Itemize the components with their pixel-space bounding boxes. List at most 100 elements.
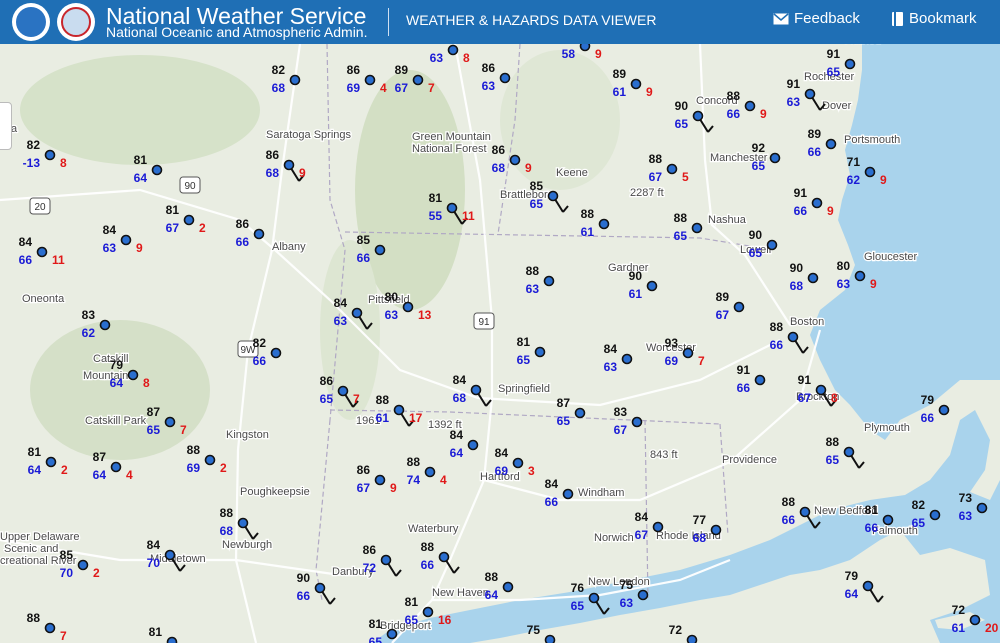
station-marker[interactable] bbox=[799, 506, 811, 518]
station-marker[interactable] bbox=[446, 202, 458, 214]
station-marker[interactable] bbox=[393, 404, 405, 416]
station-plot[interactable]: 72 bbox=[669, 623, 698, 643]
side-panel-toggle[interactable] bbox=[0, 102, 12, 150]
station-plot[interactable]: 88 7 bbox=[27, 611, 67, 643]
station-plot[interactable]: 86 69 4 bbox=[347, 63, 387, 95]
station-marker[interactable] bbox=[351, 307, 363, 319]
feedback-button[interactable]: Feedback bbox=[773, 10, 860, 27]
station-plot[interactable]: 8268 bbox=[272, 63, 301, 95]
station-marker[interactable] bbox=[402, 301, 414, 313]
station-marker[interactable] bbox=[766, 239, 778, 251]
station-marker[interactable] bbox=[253, 228, 265, 240]
station-marker[interactable] bbox=[237, 517, 249, 529]
station-marker[interactable] bbox=[579, 44, 591, 52]
station-marker[interactable] bbox=[99, 319, 111, 331]
station-marker[interactable] bbox=[499, 72, 511, 84]
station-marker[interactable] bbox=[686, 634, 698, 643]
station-marker[interactable] bbox=[380, 554, 392, 566]
station-marker[interactable] bbox=[424, 466, 436, 478]
station-plot[interactable]: 84 66 11 bbox=[19, 235, 65, 267]
station-marker[interactable] bbox=[646, 280, 658, 292]
station-marker[interactable] bbox=[183, 214, 195, 226]
station-marker[interactable] bbox=[164, 416, 176, 428]
station-marker[interactable] bbox=[289, 74, 301, 86]
station-plot[interactable]: 8861 bbox=[581, 207, 610, 239]
station-marker[interactable] bbox=[807, 272, 819, 284]
station-marker[interactable] bbox=[825, 138, 837, 150]
station-marker[interactable] bbox=[544, 634, 556, 643]
station-plot[interactable]: 89 61 9 bbox=[613, 67, 653, 99]
station-marker[interactable] bbox=[882, 514, 894, 526]
station-marker[interactable] bbox=[110, 461, 122, 473]
noaa-logo[interactable] bbox=[12, 3, 50, 41]
station-plot[interactable]: 9166 bbox=[737, 363, 766, 395]
station-marker[interactable] bbox=[412, 74, 424, 86]
station-plot[interactable]: 8666 bbox=[236, 217, 265, 249]
station-marker[interactable] bbox=[44, 149, 56, 161]
station-plot[interactable]: 8863 bbox=[526, 264, 555, 296]
station-marker[interactable] bbox=[422, 606, 434, 618]
station-plot[interactable]: 81 bbox=[149, 625, 178, 643]
station-marker[interactable] bbox=[374, 474, 386, 486]
station-plot[interactable]: 84 63 9 bbox=[103, 223, 143, 255]
station-marker[interactable] bbox=[754, 374, 766, 386]
station-plot[interactable]: 88 74 4 bbox=[407, 455, 447, 487]
station-plot[interactable]: 8868 bbox=[220, 506, 259, 540]
station-plot[interactable]: 9068 bbox=[790, 261, 819, 293]
station-plot[interactable]: 8466 bbox=[545, 477, 574, 509]
station-plot[interactable]: 8967 bbox=[716, 290, 745, 322]
station-plot[interactable]: 86 67 9 bbox=[357, 463, 397, 495]
station-marker[interactable] bbox=[804, 88, 816, 100]
station-marker[interactable] bbox=[682, 347, 694, 359]
station-marker[interactable] bbox=[364, 74, 376, 86]
station-marker[interactable] bbox=[151, 164, 163, 176]
station-plot[interactable]: 8464 bbox=[450, 428, 479, 460]
station-marker[interactable] bbox=[588, 592, 600, 604]
station-marker[interactable] bbox=[710, 524, 722, 536]
station-marker[interactable] bbox=[314, 582, 326, 594]
station-marker[interactable] bbox=[509, 154, 521, 166]
station-marker[interactable] bbox=[547, 190, 559, 202]
station-marker[interactable] bbox=[862, 580, 874, 592]
station-marker[interactable] bbox=[976, 502, 988, 514]
station-marker[interactable] bbox=[270, 347, 282, 359]
station-marker[interactable] bbox=[787, 331, 799, 343]
station-plot[interactable]: 8866 bbox=[421, 540, 460, 574]
station-marker[interactable] bbox=[447, 44, 459, 56]
station-marker[interactable] bbox=[337, 385, 349, 397]
station-marker[interactable] bbox=[512, 457, 524, 469]
station-marker[interactable] bbox=[691, 222, 703, 234]
station-marker[interactable] bbox=[666, 163, 678, 175]
station-marker[interactable] bbox=[467, 439, 479, 451]
station-marker[interactable] bbox=[769, 152, 781, 164]
station-marker[interactable] bbox=[637, 589, 649, 601]
station-plot[interactable]: 63 8 bbox=[430, 44, 470, 66]
station-marker[interactable] bbox=[631, 416, 643, 428]
station-marker[interactable] bbox=[470, 384, 482, 396]
map-canvas[interactable]: 90209W91 Saratoga Springs Green MountainN… bbox=[0, 44, 1000, 643]
station-marker[interactable] bbox=[386, 628, 398, 640]
station-marker[interactable] bbox=[811, 197, 823, 209]
station-marker[interactable] bbox=[534, 346, 546, 358]
station-marker[interactable] bbox=[630, 78, 642, 90]
station-marker[interactable] bbox=[36, 246, 48, 258]
station-plot[interactable]: 8864 bbox=[485, 570, 514, 602]
station-marker[interactable] bbox=[938, 404, 950, 416]
station-marker[interactable] bbox=[744, 100, 756, 112]
station-marker[interactable] bbox=[374, 244, 386, 256]
station-plot[interactable]: 88 67 5 bbox=[649, 152, 689, 184]
station-marker[interactable] bbox=[598, 218, 610, 230]
station-marker[interactable] bbox=[854, 270, 866, 282]
station-marker[interactable] bbox=[562, 488, 574, 500]
station-marker[interactable] bbox=[502, 581, 514, 593]
station-marker[interactable] bbox=[574, 407, 586, 419]
station-plot[interactable]: 88 61 17 bbox=[376, 393, 423, 427]
station-marker[interactable] bbox=[621, 353, 633, 365]
station-marker[interactable] bbox=[120, 234, 132, 246]
station-marker[interactable] bbox=[652, 521, 664, 533]
nws-logo[interactable] bbox=[57, 3, 95, 41]
station-marker[interactable] bbox=[969, 614, 981, 626]
station-marker[interactable] bbox=[733, 301, 745, 313]
station-marker[interactable] bbox=[844, 58, 856, 70]
station-marker[interactable] bbox=[45, 456, 57, 468]
